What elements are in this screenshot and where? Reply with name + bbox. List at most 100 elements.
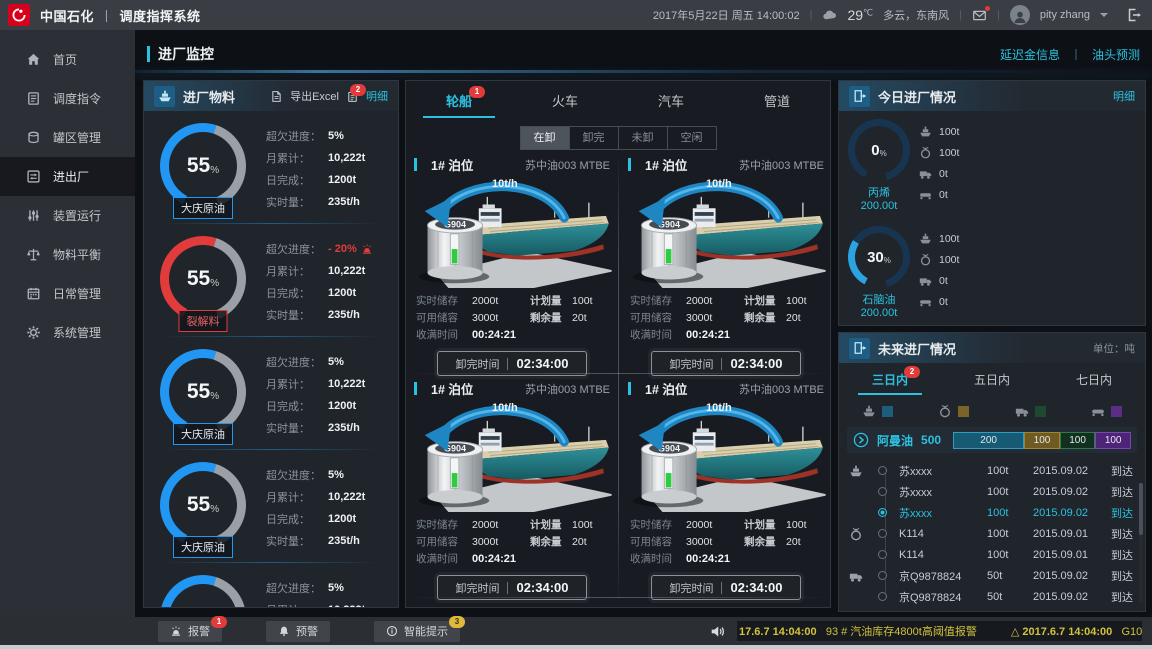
- message-dot: [985, 6, 990, 11]
- tab-3days-badge: 2: [904, 366, 920, 378]
- alarm-button[interactable]: 报警 1: [158, 621, 222, 642]
- flow-rate: 10t/h: [492, 178, 518, 190]
- subtab-unloaded[interactable]: 卸完: [570, 126, 619, 150]
- export-excel-button[interactable]: 导出Excel: [290, 88, 339, 104]
- ship-icon: [839, 464, 873, 478]
- subtab-unloading[interactable]: 在卸: [520, 126, 570, 150]
- sidebar-item-tankfarm[interactable]: 罐区管理: [0, 118, 135, 157]
- tab-ship[interactable]: 轮船1: [446, 91, 472, 118]
- unit-label: 单位：吨: [1093, 341, 1135, 356]
- material-name-tag: 大庆原油: [173, 197, 233, 219]
- timeline-dot: [878, 592, 887, 601]
- berth-no: 1# 泊位: [431, 155, 473, 174]
- link-oil-forecast[interactable]: 油头预测: [1092, 46, 1140, 63]
- today-detail-link[interactable]: 明细: [1113, 88, 1135, 104]
- transport-tabs: 轮船1 火车 汽车 管道: [406, 81, 830, 118]
- unload-time-button[interactable]: 卸完时间02:34:00: [651, 575, 801, 600]
- arrival-row[interactable]: 苏xxxx100t2015.09.02到达: [839, 481, 1145, 502]
- message-icon[interactable]: [972, 8, 987, 23]
- tab-pipeline[interactable]: 管道: [764, 91, 790, 118]
- subtab-not-unloaded[interactable]: 未卸: [619, 126, 668, 150]
- unload-time-button[interactable]: 卸完时间02:34:00: [437, 351, 587, 376]
- sidebar-item-system[interactable]: 系统管理: [0, 313, 135, 352]
- tab-7days[interactable]: 七日内: [1076, 371, 1112, 395]
- title-accent-bar: [147, 46, 150, 62]
- expand-icon[interactable]: [853, 432, 869, 448]
- segment-ship: 200: [953, 432, 1024, 449]
- sidebar-item-operation[interactable]: 装置运行: [0, 196, 135, 235]
- segment-pipeline: 100: [1095, 432, 1131, 449]
- materials-panel-title: 进厂物料: [183, 87, 235, 106]
- today-material-amount: 200.00t: [839, 200, 919, 212]
- sidebar-item-balance[interactable]: 物料平衡: [0, 235, 135, 274]
- tank-icon: [26, 130, 41, 145]
- arrival-row[interactable]: K114100t2015.09.01到达: [839, 523, 1145, 544]
- tab-train[interactable]: 火车: [552, 91, 578, 118]
- app-title: 中国石化丨调度指挥系统: [40, 6, 201, 25]
- tab-3days[interactable]: 三日内2: [872, 371, 908, 395]
- pipeline-icon: [919, 188, 932, 201]
- unload-time-button[interactable]: 卸完时间02:34:00: [651, 351, 801, 376]
- berth-no: 1# 泊位: [645, 155, 687, 174]
- bell-icon: [278, 625, 290, 637]
- timeline-dot-selected: [878, 508, 887, 517]
- unload-time-button[interactable]: 卸完时间02:34:00: [437, 575, 587, 600]
- clipboard-icon[interactable]: 2: [346, 90, 359, 103]
- scrollbar-track[interactable]: [1139, 483, 1143, 603]
- arrival-row[interactable]: 京Q987882450t2015.09.02到达: [839, 586, 1145, 607]
- user-name[interactable]: pity zhang: [1040, 9, 1090, 21]
- sidebar-item-daily[interactable]: 日常管理: [0, 274, 135, 313]
- vessel-name: 苏中油003 MTBE: [525, 381, 610, 397]
- material-gauge: 55%: [160, 575, 246, 608]
- material-stats: 超欠进度：5% 月累计：10,222t 日完成：1200t 实时量：235t/h: [266, 577, 365, 608]
- train-icon: [839, 527, 873, 541]
- oil-total: 500: [921, 433, 941, 447]
- clipboard-badge: 2: [350, 84, 366, 96]
- material-row: 55% 大庆原油 超欠进度：5% 月累计：10,222t 日完成：1200t 实…: [144, 563, 398, 608]
- speaker-icon[interactable]: [710, 624, 725, 639]
- logout-icon[interactable]: [1126, 7, 1142, 23]
- today-material-name: 丙烯: [839, 184, 919, 200]
- arrival-row-selected[interactable]: 苏xxxx100t2015.09.02到达: [839, 502, 1145, 523]
- scrollbar-thumb[interactable]: [1139, 483, 1143, 535]
- enter-door-icon: [849, 86, 870, 107]
- page-title: 进厂监控: [158, 44, 214, 64]
- arrival-row[interactable]: 苏xxxx100t2015.09.02到达: [839, 460, 1145, 481]
- arrival-table: 苏xxxx100t2015.09.02到达 苏xxxx100t2015.09.0…: [839, 460, 1145, 607]
- brand-divider: 丨: [100, 9, 114, 24]
- oil-summary-row: 阿曼油 500 200 100 100 100: [847, 427, 1137, 453]
- berth-illustration: 10t/h: [406, 176, 618, 290]
- berth-illustration: 10t/h: [620, 176, 831, 290]
- flow-rate: 10t/h: [706, 178, 732, 190]
- tab-5days[interactable]: 五日内: [974, 371, 1010, 395]
- inout-icon: [26, 169, 41, 184]
- future-panel-title: 未来进厂情况: [878, 339, 956, 358]
- user-caret-icon[interactable]: [1100, 13, 1108, 17]
- avatar[interactable]: [1010, 5, 1030, 25]
- enter-door-icon: [849, 338, 870, 359]
- arrival-row[interactable]: K114100t2015.09.01到达: [839, 544, 1145, 565]
- siren-icon: [170, 625, 182, 637]
- subtab-idle[interactable]: 空闲: [668, 126, 717, 150]
- top-header: 中国石化丨调度指挥系统 2017年5月22日 周五 14:00:02 | 29℃…: [0, 0, 1152, 30]
- smart-tip-button[interactable]: 智能提示 3: [374, 621, 460, 642]
- materials-detail-link[interactable]: 明细: [366, 88, 388, 104]
- berth-card: 1# 泊位苏中油003 MTBE 10t/h 实时储存2000t 可用储容300…: [406, 151, 618, 371]
- arrival-row[interactable]: 京Q987882450t2015.09.02到达: [839, 565, 1145, 586]
- warning-button[interactable]: 预警: [266, 621, 330, 642]
- future-range-tabs: 三日内2 五日内 七日内: [839, 363, 1145, 395]
- train-legend-swatch: [958, 406, 969, 417]
- berth-illustration: 10t/h: [620, 400, 831, 514]
- berth-illustration: 10t/h: [406, 400, 618, 514]
- material-name-tag: 大庆原油: [173, 536, 233, 558]
- export-file-icon[interactable]: [270, 90, 283, 103]
- oil-segment-bar: 200 100 100 100: [953, 432, 1131, 449]
- link-delay-fee[interactable]: 延迟金信息: [1000, 46, 1060, 63]
- sidebar-item-home[interactable]: 首页: [0, 40, 135, 79]
- doc-icon: [26, 91, 41, 106]
- sidebar-item-dispatch[interactable]: 调度指令: [0, 79, 135, 118]
- train-icon: [938, 404, 952, 418]
- tab-truck[interactable]: 汽车: [658, 91, 684, 118]
- today-panel-header: 今日进厂情况 明细: [839, 81, 1145, 111]
- sidebar-item-inout[interactable]: 进出厂: [0, 157, 135, 196]
